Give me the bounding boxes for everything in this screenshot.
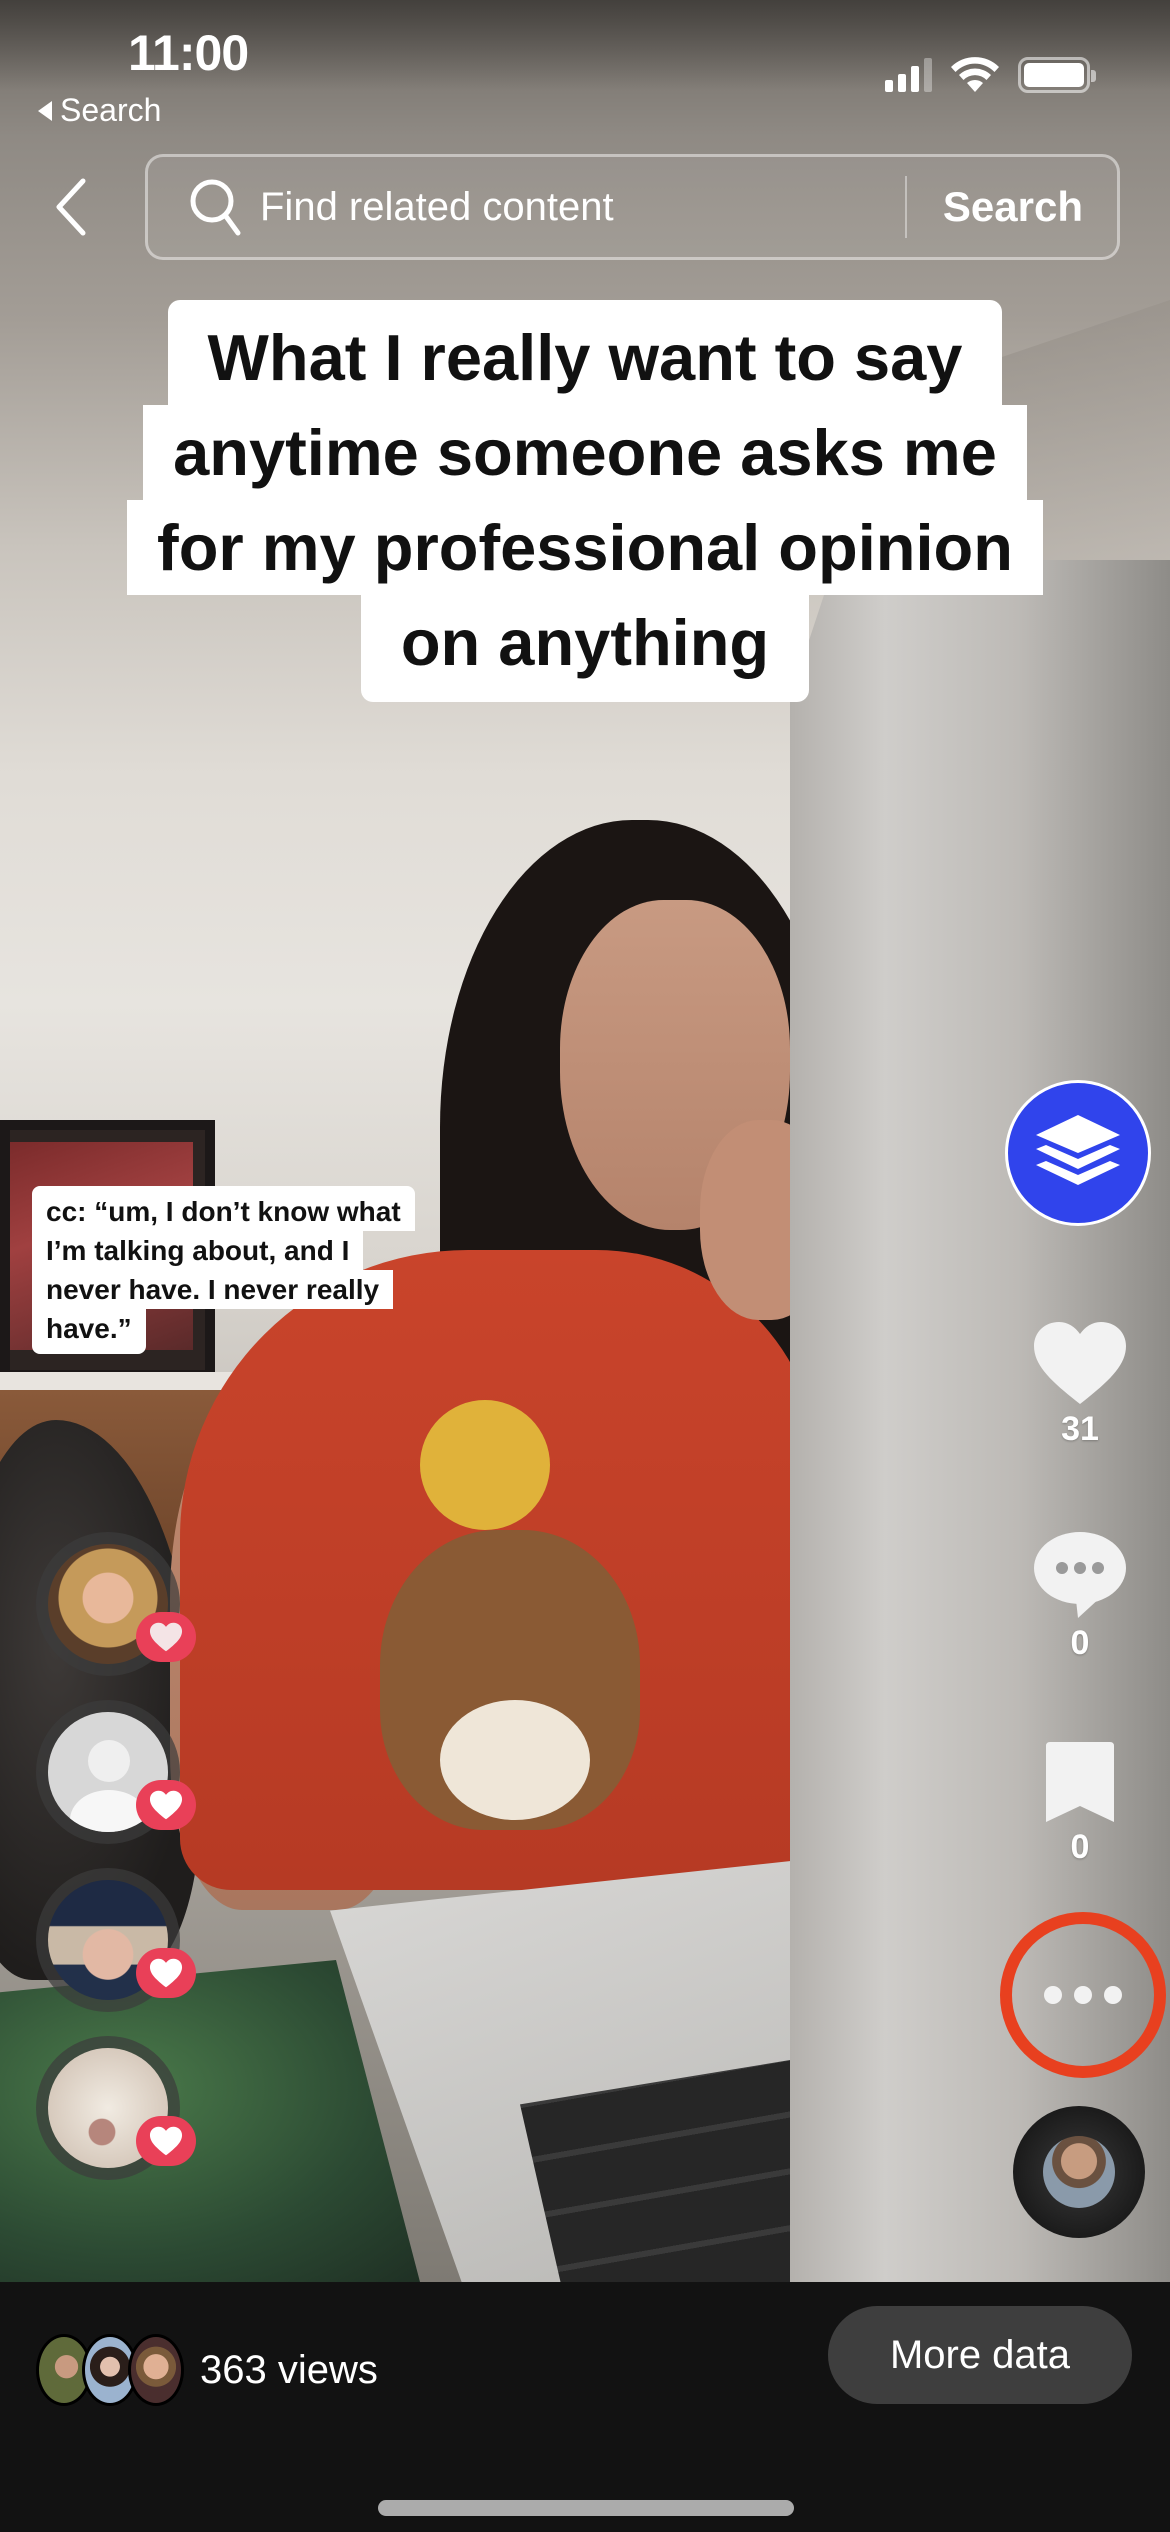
cc-line: I’m talking about, and I	[32, 1231, 364, 1270]
cc-line: cc: “um, I don’t know what	[32, 1186, 415, 1231]
bookmark-icon	[1046, 1742, 1114, 1822]
liker-avatar[interactable]	[36, 1868, 196, 2012]
search-icon	[188, 177, 242, 237]
chevron-left-icon	[56, 178, 86, 236]
video-scene	[440, 1700, 590, 1820]
search-submit-button[interactable]: Search	[907, 183, 1117, 231]
back-triangle-icon	[38, 100, 52, 121]
like-count: 31	[1061, 1410, 1099, 1448]
caption-line: anytime someone asks me	[143, 405, 1027, 500]
liker-avatar[interactable]	[36, 1700, 196, 1844]
closed-caption-overlay: cc: “um, I don’t know what I’m talking a…	[32, 1186, 415, 1354]
like-badge	[136, 2116, 196, 2166]
video-scene	[420, 1400, 550, 1530]
views-count: 363 views	[200, 2347, 378, 2392]
comment-count: 0	[1070, 1624, 1090, 1662]
search-bar[interactable]: Search	[145, 154, 1120, 260]
layers-icon	[1036, 1115, 1120, 1185]
caption-line: for my professional opinion	[127, 500, 1043, 595]
liker-avatars	[36, 1532, 196, 2204]
comment-button[interactable]: 0	[1000, 1530, 1160, 1663]
heart-icon	[1034, 1322, 1126, 1404]
caption-line: on anything	[360, 595, 810, 702]
more-data-button[interactable]: More data	[828, 2306, 1132, 2404]
heart-icon	[149, 2126, 183, 2156]
bookmark-button[interactable]: 0	[1000, 1740, 1160, 1867]
status-back-label: Search	[60, 92, 162, 128]
like-badge	[136, 1948, 196, 1998]
bookmark-count: 0	[1070, 1828, 1090, 1866]
liker-avatar[interactable]	[36, 1532, 196, 1676]
like-button[interactable]: 31	[1000, 1320, 1160, 1449]
heart-icon	[149, 1958, 183, 1988]
viewers-summary[interactable]: 363 views	[36, 2334, 378, 2406]
wifi-icon	[951, 57, 999, 92]
viewer-avatar	[128, 2334, 184, 2406]
status-time: 11:00	[128, 25, 249, 81]
status-back-to-app[interactable]: Search	[38, 92, 161, 129]
bottom-bar: 363 views More data	[0, 2282, 1170, 2532]
liker-avatar[interactable]	[36, 2036, 196, 2180]
more-dots-icon	[1104, 1986, 1122, 2004]
more-dots-icon	[1044, 1986, 1062, 2004]
cellular-signal-icon	[885, 58, 932, 92]
caption-line: What I really want to say	[167, 300, 1003, 405]
video-text-overlay: What I really want to say anytime someon…	[0, 300, 1170, 702]
status-icons	[885, 56, 1096, 94]
sound-disc-button[interactable]	[1013, 2106, 1145, 2238]
cc-line: never have. I never really	[32, 1270, 394, 1309]
battery-icon	[1018, 57, 1096, 93]
back-button[interactable]	[46, 176, 96, 238]
cc-line: have.”	[32, 1309, 146, 1354]
home-indicator[interactable]	[378, 2500, 794, 2516]
music-disc-icon	[1043, 2136, 1115, 2208]
like-badge	[136, 1780, 196, 1830]
search-input[interactable]	[260, 184, 905, 230]
layers-button[interactable]	[1005, 1080, 1151, 1226]
more-options-button[interactable]	[1000, 1912, 1166, 2078]
like-badge	[136, 1612, 196, 1662]
heart-icon	[149, 1790, 183, 1820]
more-dots-icon	[1074, 1986, 1092, 2004]
heart-icon	[149, 1622, 183, 1652]
comment-icon	[1034, 1532, 1126, 1618]
